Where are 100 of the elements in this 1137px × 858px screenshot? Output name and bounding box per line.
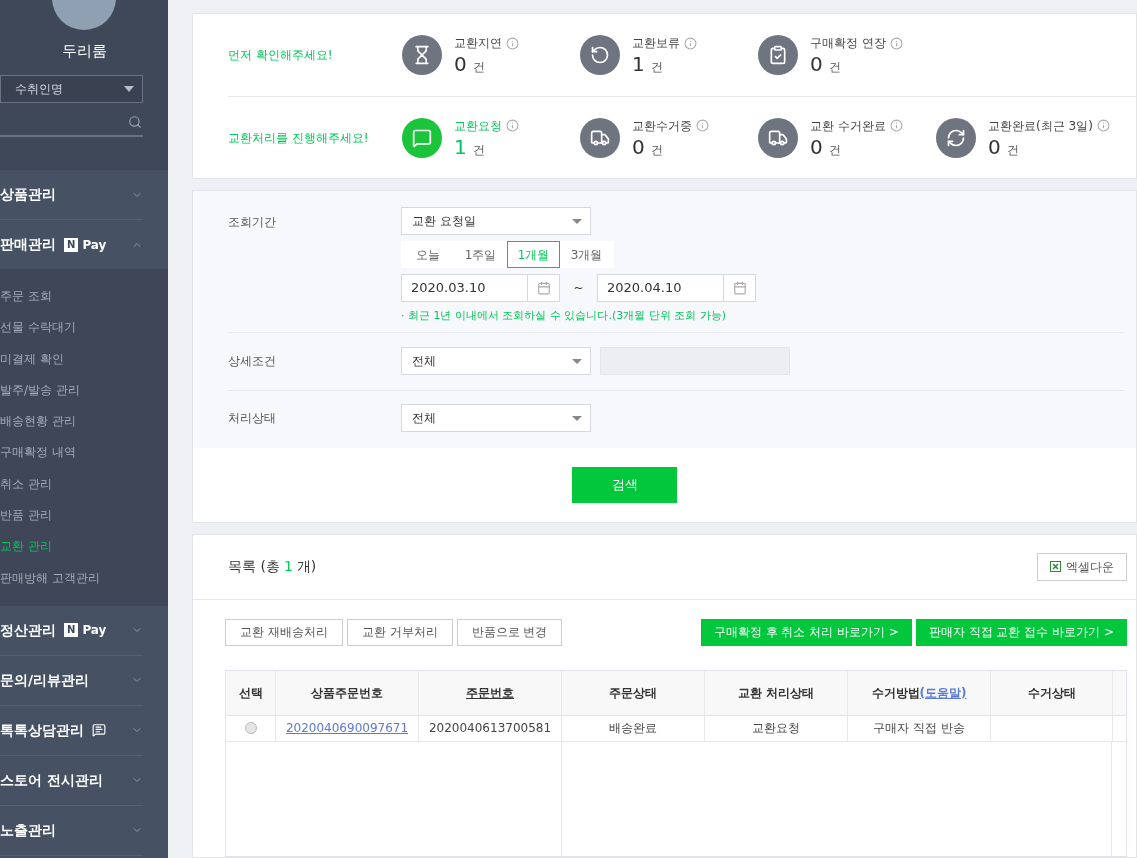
stat-label: 교환요청 [454,117,502,135]
period-tab[interactable]: 3개월 [560,241,613,268]
chat-badge[interactable] [402,117,442,158]
stat-count: 1 [454,134,467,159]
submenu-item[interactable]: 배송현황 관리 [0,406,168,438]
spreadsheet-icon [1050,561,1061,572]
field-label: 처리상태 [228,410,277,427]
npay-label: Pay [82,236,107,254]
stat-count: 1 [632,52,645,76]
hourglass-icon [412,45,432,65]
npay-logo: N [64,237,79,252]
dropdown-select[interactable]: 교환 요청일 [401,207,591,235]
npay-logo: N [64,623,79,638]
search-type-select[interactable]: 수취인명 [0,74,143,103]
menu-label: 스토어 전시관리 [0,770,103,790]
list-title-suffix: 개) [296,557,317,576]
store-name: 두리룸 [61,41,107,62]
menu-item[interactable]: 문의/리뷰관리 [0,655,143,706]
submenu-item[interactable]: 선물 수락대기 [0,312,168,344]
stat-count: 0 [988,134,1001,159]
refresh-badge[interactable] [936,117,976,158]
dropdown-triangle-icon [572,415,582,421]
submenu-item[interactable]: 발주/발송 관리 [0,374,168,407]
info-icon[interactable] [506,119,519,132]
clipboard-check-icon [768,45,788,65]
action-button[interactable]: 교환 재배송처리 [225,618,343,646]
menu-label: 문의/리뷰관리 [0,670,90,690]
rotate-icon [590,45,610,65]
chat-icon [92,723,106,738]
stat-label: 교환완료(최근 3일) [988,117,1093,135]
menu-item[interactable]: 톡톡상담관리 [0,705,143,756]
menu-item[interactable]: 정산관리 N Pay [0,605,143,656]
column-title: 수거상태 [1027,684,1076,702]
rotate-badge[interactable] [580,35,620,75]
group-heading: 교환처리를 진행해주세요! [228,129,370,147]
menu-item[interactable]: 상품관리 [0,170,143,220]
info-icon[interactable] [889,36,903,50]
stat-unit: 건 [828,141,841,159]
menu-label: 판매관리 [0,235,56,254]
search-icon [128,114,142,129]
npay-label: Pay [82,622,107,640]
stat-count: 0 [810,52,823,76]
table-cell-text: 교환요청 [752,720,800,737]
submenu-item[interactable]: 판매방해 고객관리 [0,562,168,594]
truck-badge[interactable] [580,117,620,158]
submenu-item[interactable]: 교환 관리 [0,531,168,563]
stat-unit: 건 [472,141,485,159]
stat-unit: 건 [650,141,663,159]
submenu-item[interactable]: 미결제 확인 [0,343,168,375]
group-heading: 먼저 확인해주세요! [228,47,334,64]
submenu-item[interactable]: 취소 관리 [0,468,168,501]
stat-unit: 건 [828,59,841,76]
row-radio[interactable] [244,722,257,734]
help-link[interactable]: (도움말) [919,683,967,702]
menu-item[interactable]: 스토어 전시관리 [0,755,143,806]
stat-label: 구매확정 연장 [810,35,886,52]
stat-label: 교환 수거완료 [810,117,886,135]
period-tab[interactable]: 오늘 [401,241,454,268]
range-separator: ~ [572,280,585,297]
info-icon[interactable] [889,119,903,132]
action-button[interactable]: 반품으로 변경 [456,618,563,646]
refresh-icon [946,127,966,148]
dropdown-select[interactable]: 전체 [401,347,591,375]
date-field[interactable]: 2020.04.10 [597,274,756,302]
menu-item[interactable]: 노출관리 [0,805,143,856]
menu-label: 정산관리 [0,620,56,640]
table-cell-text: 구매자 직접 반송 [873,720,965,737]
stat-unit: 건 [650,59,663,76]
product-order-link[interactable]: 2020040690097671 [285,719,409,737]
field-label: 상세조건 [228,353,277,370]
excel-download-button[interactable]: 엑셀다운 [1037,552,1127,581]
stat-label: 교환보류 [632,35,680,52]
truck-badge[interactable] [758,117,798,158]
chat-icon [412,127,432,148]
column-title: 선택 [238,684,263,702]
action-button[interactable]: 교환 거부처리 [346,618,453,646]
info-icon[interactable] [506,36,519,50]
info-icon[interactable] [696,119,709,132]
stat-count: 0 [454,52,467,76]
clipboard-check-badge[interactable] [758,35,798,75]
hourglass-badge[interactable] [402,35,442,75]
info-icon[interactable] [1096,119,1110,132]
column-title: 상품주문번호 [311,684,383,702]
dropdown-select[interactable]: 전체 [401,404,591,432]
list-title: 목록 (총 [228,557,280,576]
dropdown-triangle-icon [572,358,582,364]
stat-label: 교환수거중 [632,117,692,135]
field-label: 조회기간 [228,214,277,231]
date-field[interactable]: 2020.03.10 [401,274,560,302]
stat-unit: 건 [472,59,485,76]
menu-label: 톡톡상담관리 [0,720,84,740]
info-icon[interactable] [684,36,697,50]
submenu-item[interactable]: 구매확정 내역 [0,437,168,469]
submenu-item[interactable]: 주문 조회 [0,281,168,313]
stat-label: 교환지연 [454,35,502,52]
calendar-icon[interactable] [536,281,551,295]
submenu-item[interactable]: 반품 관리 [0,500,168,532]
calendar-icon[interactable] [732,281,747,295]
column-title: 교환 처리상태 [737,684,815,702]
period-tab[interactable]: 1주일 [454,241,507,268]
